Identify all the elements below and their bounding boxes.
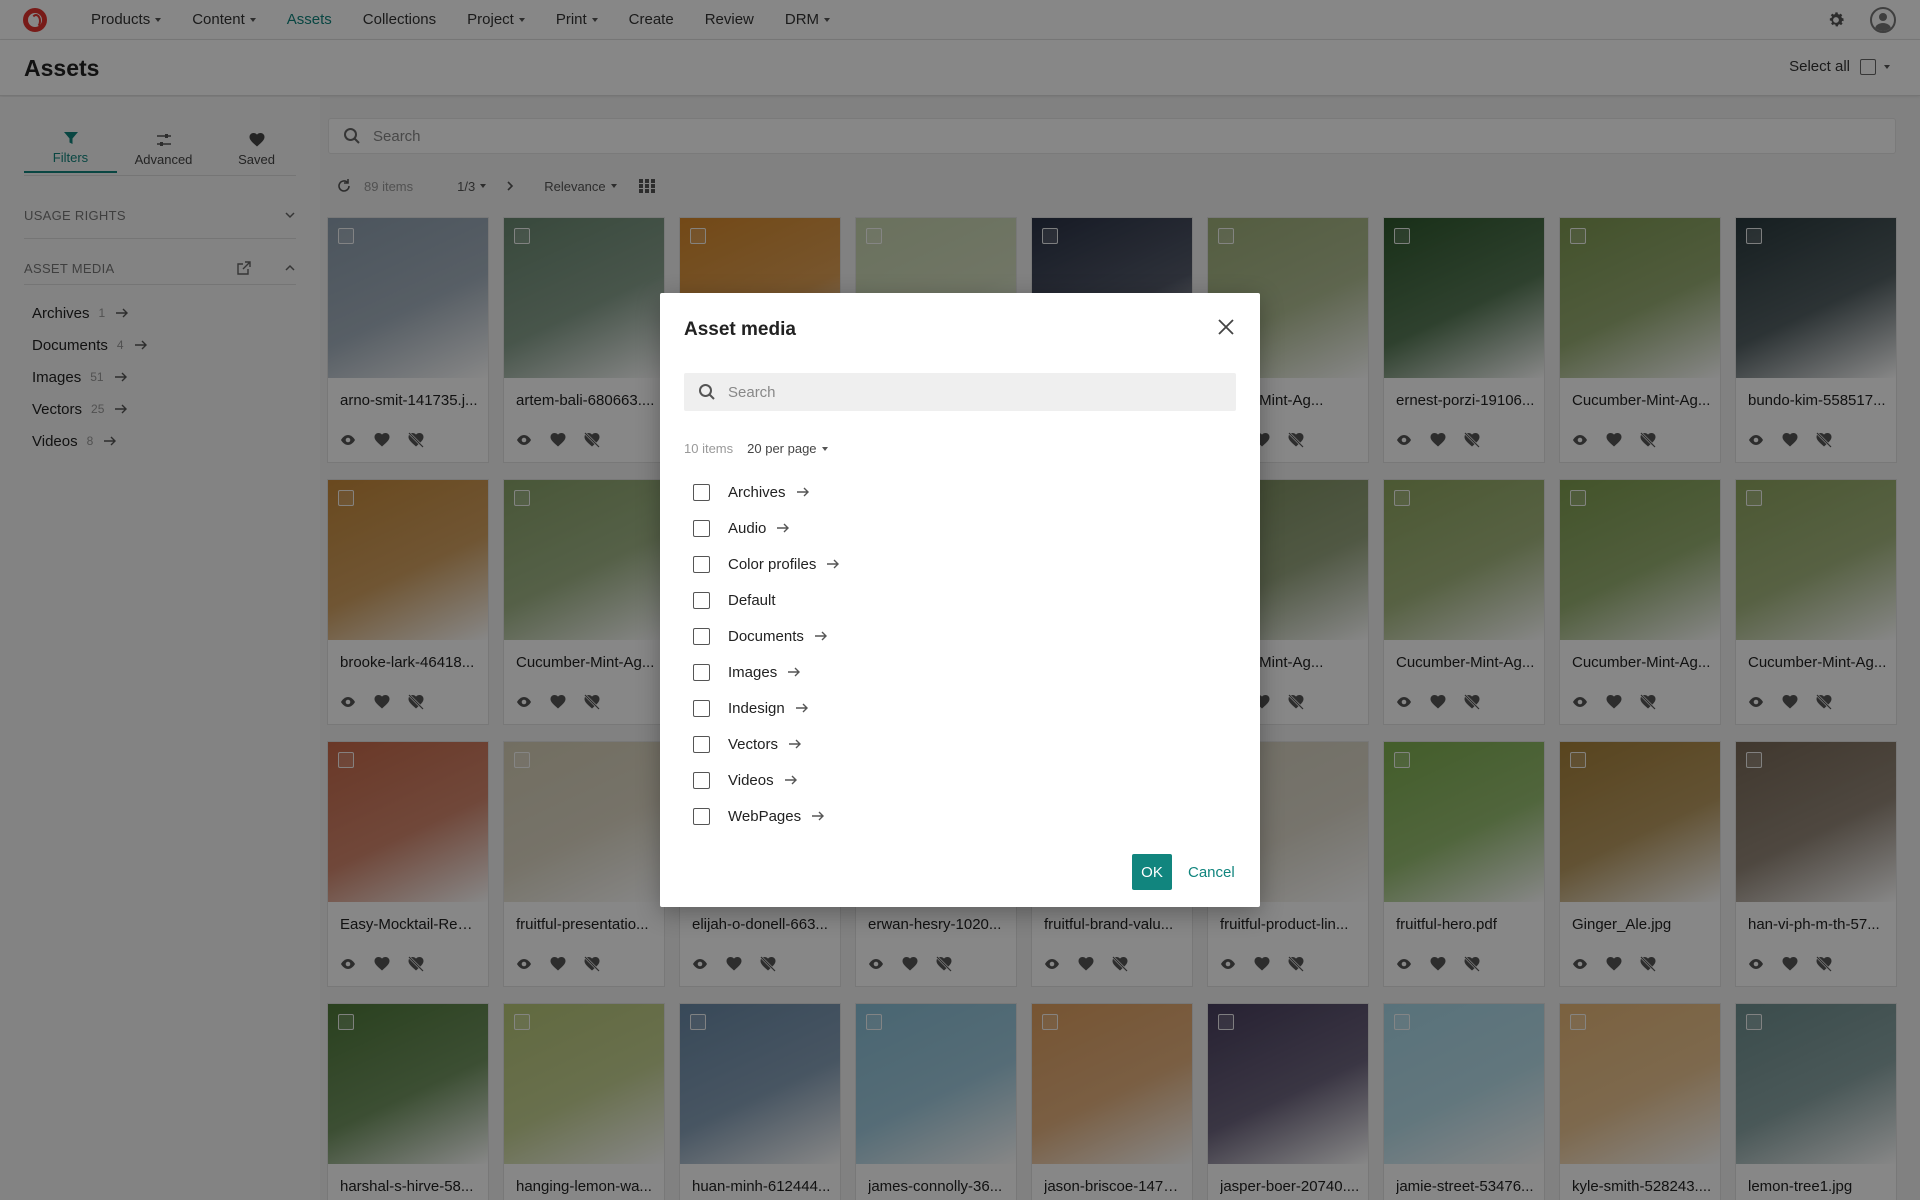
asset-media-dialog: Asset media Search 10 items 20 per page … (660, 293, 1260, 907)
dialog-item-label[interactable]: Vectors (728, 736, 778, 753)
dialog-item-audio: Audio (693, 510, 840, 546)
arrow-right-icon[interactable] (788, 737, 802, 751)
arrow-right-icon[interactable] (814, 629, 828, 643)
arrow-right-icon[interactable] (795, 701, 809, 715)
dialog-item-checkbox[interactable] (693, 519, 710, 537)
dialog-item-checkbox[interactable] (693, 807, 710, 825)
cancel-button[interactable]: Cancel (1188, 854, 1235, 890)
arrow-right-icon[interactable] (776, 521, 790, 535)
dialog-item-checkbox[interactable] (693, 663, 710, 681)
dialog-item-checkbox[interactable] (693, 627, 710, 645)
arrow-right-icon[interactable] (796, 485, 810, 499)
dialog-title: Asset media (684, 319, 796, 340)
dialog-item-checkbox[interactable] (693, 483, 710, 501)
dialog-item-images: Images (693, 654, 840, 690)
arrow-right-icon[interactable] (784, 773, 798, 787)
per-page-selector[interactable]: 20 per page (747, 441, 828, 456)
dialog-item-count: 10 items (684, 441, 734, 456)
dialog-item-label[interactable]: Default (728, 592, 776, 609)
dialog-item-label[interactable]: Audio (728, 520, 766, 537)
dialog-item-color-profiles: Color profiles (693, 546, 840, 582)
per-page-label: 20 per page (747, 441, 817, 456)
dialog-item-checkbox[interactable] (693, 735, 710, 753)
chevron-down-icon (821, 446, 828, 451)
dialog-item-checkbox[interactable] (693, 555, 710, 573)
dialog-search-input[interactable]: Search (728, 384, 776, 401)
dialog-item-videos: Videos (693, 762, 840, 798)
dialog-item-label[interactable]: Color profiles (728, 556, 816, 573)
dialog-media-list: Archives Audio Color profiles Default Docume… (693, 474, 840, 834)
dialog-item-webpages: WebPages (693, 798, 840, 834)
dialog-item-label[interactable]: Archives (728, 484, 786, 501)
close-icon[interactable] (1216, 317, 1236, 337)
dialog-item-checkbox[interactable] (693, 699, 710, 717)
dialog-item-vectors: Vectors (693, 726, 840, 762)
arrow-right-icon[interactable] (787, 665, 801, 679)
arrow-right-icon[interactable] (811, 809, 825, 823)
dialog-item-indesign: Indesign (693, 690, 840, 726)
dialog-item-documents: Documents (693, 618, 840, 654)
dialog-item-archives: Archives (693, 474, 840, 510)
dialog-item-label[interactable]: Indesign (728, 700, 785, 717)
dialog-item-label[interactable]: WebPages (728, 808, 801, 825)
dialog-item-label[interactable]: Documents (728, 628, 804, 645)
dialog-item-label[interactable]: Images (728, 664, 777, 681)
dialog-item-default: Default (693, 582, 840, 618)
dialog-item-checkbox[interactable] (693, 591, 710, 609)
dialog-search[interactable]: Search (684, 373, 1236, 411)
arrow-right-icon[interactable] (826, 557, 840, 571)
dialog-item-checkbox[interactable] (693, 771, 710, 789)
dialog-item-label[interactable]: Videos (728, 772, 774, 789)
ok-button[interactable]: OK (1132, 854, 1172, 890)
search-icon (699, 384, 715, 400)
dialog-meta: 10 items 20 per page (684, 441, 828, 456)
